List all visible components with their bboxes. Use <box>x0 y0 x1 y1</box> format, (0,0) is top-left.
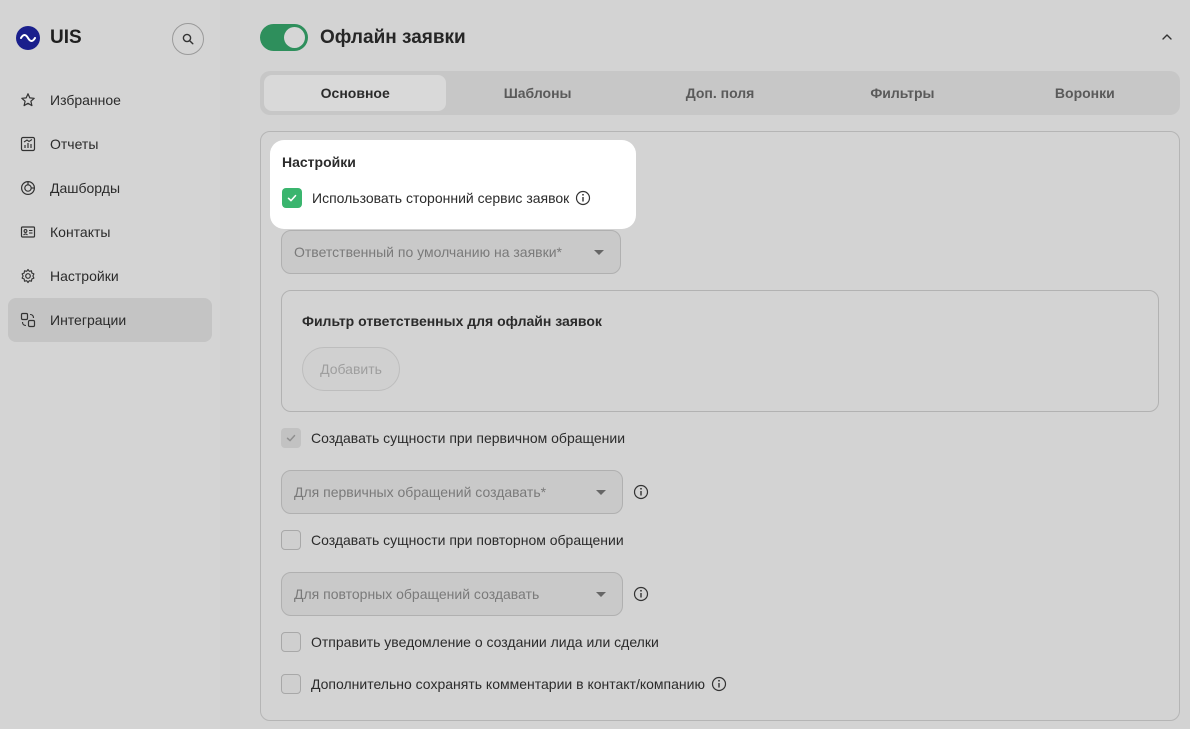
select-placeholder: Для первичных обращений создавать* <box>294 484 547 500</box>
add-button[interactable]: Добавить <box>302 347 400 391</box>
create-on-repeat-label: Создавать сущности при повторном обращен… <box>311 532 624 548</box>
chart-icon <box>20 136 36 152</box>
tab-funnels[interactable]: Воронки <box>994 75 1176 111</box>
info-icon[interactable] <box>633 586 649 602</box>
gear-icon <box>20 268 36 284</box>
sidebar: UIS Избранное Отчеты Дашборды Контакты Н… <box>0 0 220 729</box>
create-on-repeat-row: Создавать сущности при повторном обращен… <box>281 530 624 550</box>
sidebar-item-label: Настройки <box>50 268 119 284</box>
logo[interactable]: UIS <box>16 26 82 50</box>
tab-main[interactable]: Основное <box>264 75 447 111</box>
highlighted-settings-card: Настройки Использовать сторонний сервис … <box>270 140 636 229</box>
sidebar-item-favorites[interactable]: Избранное <box>8 78 212 122</box>
use-third-party-label: Использовать сторонний сервис заявок <box>312 190 570 206</box>
save-comments-label: Дополнительно сохранять комментарии в ко… <box>311 676 705 692</box>
sidebar-item-label: Контакты <box>50 224 111 240</box>
notify-label: Отправить уведомление о создании лида ил… <box>311 634 659 650</box>
sidebar-item-label: Дашборды <box>50 180 120 196</box>
tab-bar: Основное Шаблоны Доп. поля Фильтры Ворон… <box>260 71 1180 115</box>
notify-checkbox[interactable] <box>281 632 301 652</box>
sidebar-item-integrations[interactable]: Интеграции <box>8 298 212 342</box>
notify-row: Отправить уведомление о создании лида ил… <box>281 632 659 652</box>
use-third-party-row: Использовать сторонний сервис заявок <box>282 188 591 208</box>
info-icon[interactable] <box>711 676 727 692</box>
uis-logo-icon <box>16 26 40 50</box>
sidebar-item-label: Избранное <box>50 92 121 108</box>
star-icon <box>20 92 36 108</box>
search-button[interactable] <box>172 23 204 55</box>
save-comments-row: Дополнительно сохранять комментарии в ко… <box>281 674 727 694</box>
sidebar-nav: Избранное Отчеты Дашборды Контакты Настр… <box>8 78 212 342</box>
dashboard-icon <box>20 180 36 196</box>
caret-down-icon <box>594 250 604 255</box>
caret-down-icon <box>596 592 606 597</box>
create-on-first-row: Создавать сущности при первичном обращен… <box>281 428 625 448</box>
sidebar-item-settings[interactable]: Настройки <box>8 254 212 298</box>
save-comments-checkbox[interactable] <box>281 674 301 694</box>
chevron-up-icon[interactable] <box>1160 30 1174 44</box>
caret-down-icon <box>596 490 606 495</box>
main-panel: Офлайн заявки Основное Шаблоны Доп. поля… <box>240 0 1190 729</box>
search-icon <box>182 33 194 45</box>
use-third-party-checkbox[interactable] <box>282 188 302 208</box>
default-responsible-select[interactable]: Ответственный по умолчанию на заявки* <box>281 230 621 274</box>
page-title: Офлайн заявки <box>320 27 466 48</box>
contact-card-icon <box>20 224 36 240</box>
sidebar-item-dashboards[interactable]: Дашборды <box>8 166 212 210</box>
sidebar-item-label: Интеграции <box>50 312 127 328</box>
first-contact-create-select[interactable]: Для первичных обращений создавать* <box>281 470 623 514</box>
brand-name: UIS <box>50 27 82 48</box>
repeat-contact-create-select[interactable]: Для повторных обращений создавать <box>281 572 623 616</box>
tab-extra-fields[interactable]: Доп. поля <box>629 75 811 111</box>
settings-content: Настройки Использовать сторонний сервис … <box>260 131 1180 721</box>
check-icon <box>286 434 296 442</box>
create-on-repeat-checkbox[interactable] <box>281 530 301 550</box>
responsible-filter-box: Фильтр ответственных для офлайн заявок Д… <box>281 290 1159 412</box>
section-title: Настройки <box>282 154 356 170</box>
info-icon[interactable] <box>633 484 649 500</box>
integrations-icon <box>20 312 36 328</box>
select-placeholder: Для повторных обращений создавать <box>294 586 540 602</box>
enable-toggle[interactable] <box>260 24 308 51</box>
create-on-first-checkbox[interactable] <box>281 428 301 448</box>
tab-filters[interactable]: Фильтры <box>811 75 993 111</box>
filter-title: Фильтр ответственных для офлайн заявок <box>302 313 602 329</box>
create-on-first-label: Создавать сущности при первичном обращен… <box>311 430 626 446</box>
sidebar-item-reports[interactable]: Отчеты <box>8 122 212 166</box>
toggle-knob <box>284 27 305 48</box>
info-icon[interactable] <box>575 190 591 206</box>
check-icon <box>287 194 297 202</box>
select-placeholder: Ответственный по умолчанию на заявки* <box>294 244 562 260</box>
tab-templates[interactable]: Шаблоны <box>446 75 628 111</box>
sidebar-item-label: Отчеты <box>50 136 99 152</box>
sidebar-item-contacts[interactable]: Контакты <box>8 210 212 254</box>
